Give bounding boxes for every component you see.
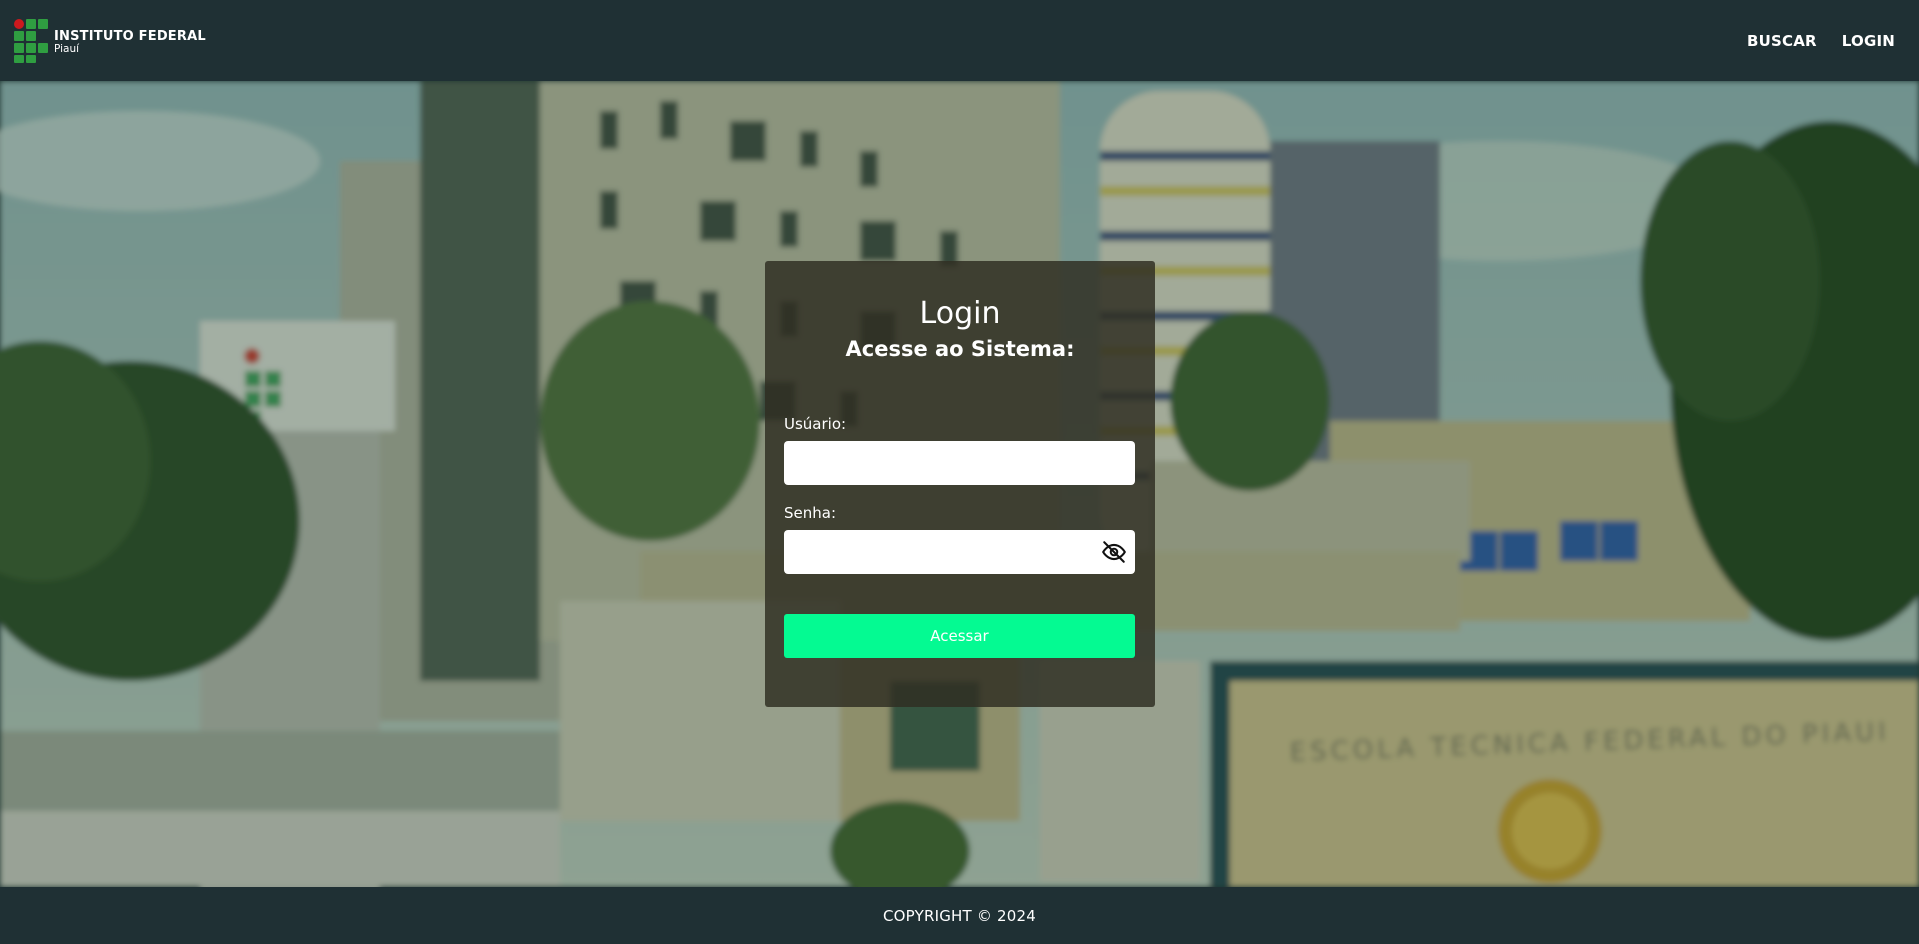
password-field-wrapper	[784, 530, 1135, 574]
copyright-text: COPYRIGHT © 2024	[883, 906, 1036, 925]
login-form: Login Acesse ao Sistema: Usúario: Senha:…	[765, 261, 1155, 707]
login-subtitle: Acesse ao Sistema:	[845, 337, 1075, 361]
password-input[interactable]	[784, 530, 1135, 574]
logo-title: INSTITUTO FEDERAL	[54, 28, 206, 44]
login-submit-button[interactable]: Acessar	[784, 614, 1135, 658]
institution-logo[interactable]: INSTITUTO FEDERAL Piauí	[14, 18, 206, 63]
logo-subtitle: Piauí	[54, 43, 80, 56]
nav-buscar-link[interactable]: BUSCAR	[1747, 32, 1817, 50]
username-field-wrapper	[784, 441, 1135, 485]
top-navbar: INSTITUTO FEDERAL Piauí BUSCAR LOGIN	[0, 0, 1919, 81]
page-footer: COPYRIGHT © 2024	[0, 887, 1919, 944]
login-title: Login	[919, 296, 1001, 331]
eye-off-icon[interactable]	[1100, 538, 1128, 566]
username-label: Usúario:	[784, 415, 847, 433]
ifpi-logo-icon	[14, 18, 48, 63]
nav-login-link[interactable]: LOGIN	[1842, 32, 1895, 50]
password-label: Senha:	[784, 504, 837, 522]
main-nav: BUSCAR LOGIN	[1747, 32, 1895, 50]
username-input[interactable]	[784, 441, 1135, 485]
hero-background-section: ESCOLA TECNICA FEDERAL DO PIAUI Login Ac…	[0, 81, 1919, 887]
